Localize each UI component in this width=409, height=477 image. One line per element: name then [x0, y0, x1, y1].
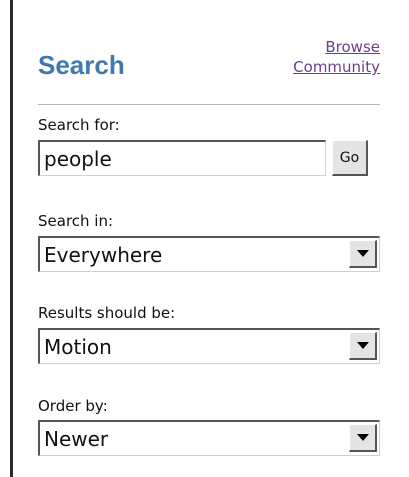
search-in-selected-value: Everywhere [44, 243, 163, 267]
search-for-label: Search for: [38, 116, 120, 134]
browse-link-line-2: Community [293, 58, 380, 76]
search-in-select[interactable]: Everywhere [38, 236, 380, 272]
chevron-down-icon[interactable] [349, 424, 377, 452]
browse-community-link[interactable]: Browse Community [293, 37, 380, 77]
search-heading: Search [38, 50, 125, 80]
chevron-down-icon[interactable] [349, 332, 377, 360]
page: Search Browse Community Search for: Go S… [0, 0, 409, 477]
search-input[interactable] [38, 140, 326, 176]
order-by-selected-value: Newer [44, 427, 109, 451]
left-border-rule [10, 0, 13, 477]
chevron-down-icon[interactable] [349, 240, 377, 268]
results-label: Results should be: [38, 304, 176, 322]
browse-link-line-1: Browse [325, 38, 380, 56]
header-divider [38, 104, 380, 105]
results-select[interactable]: Motion [38, 328, 380, 364]
search-in-label: Search in: [38, 212, 114, 230]
results-selected-value: Motion [44, 335, 112, 359]
go-button[interactable]: Go [332, 140, 368, 176]
order-by-label: Order by: [38, 397, 108, 415]
order-by-select[interactable]: Newer [38, 420, 380, 456]
